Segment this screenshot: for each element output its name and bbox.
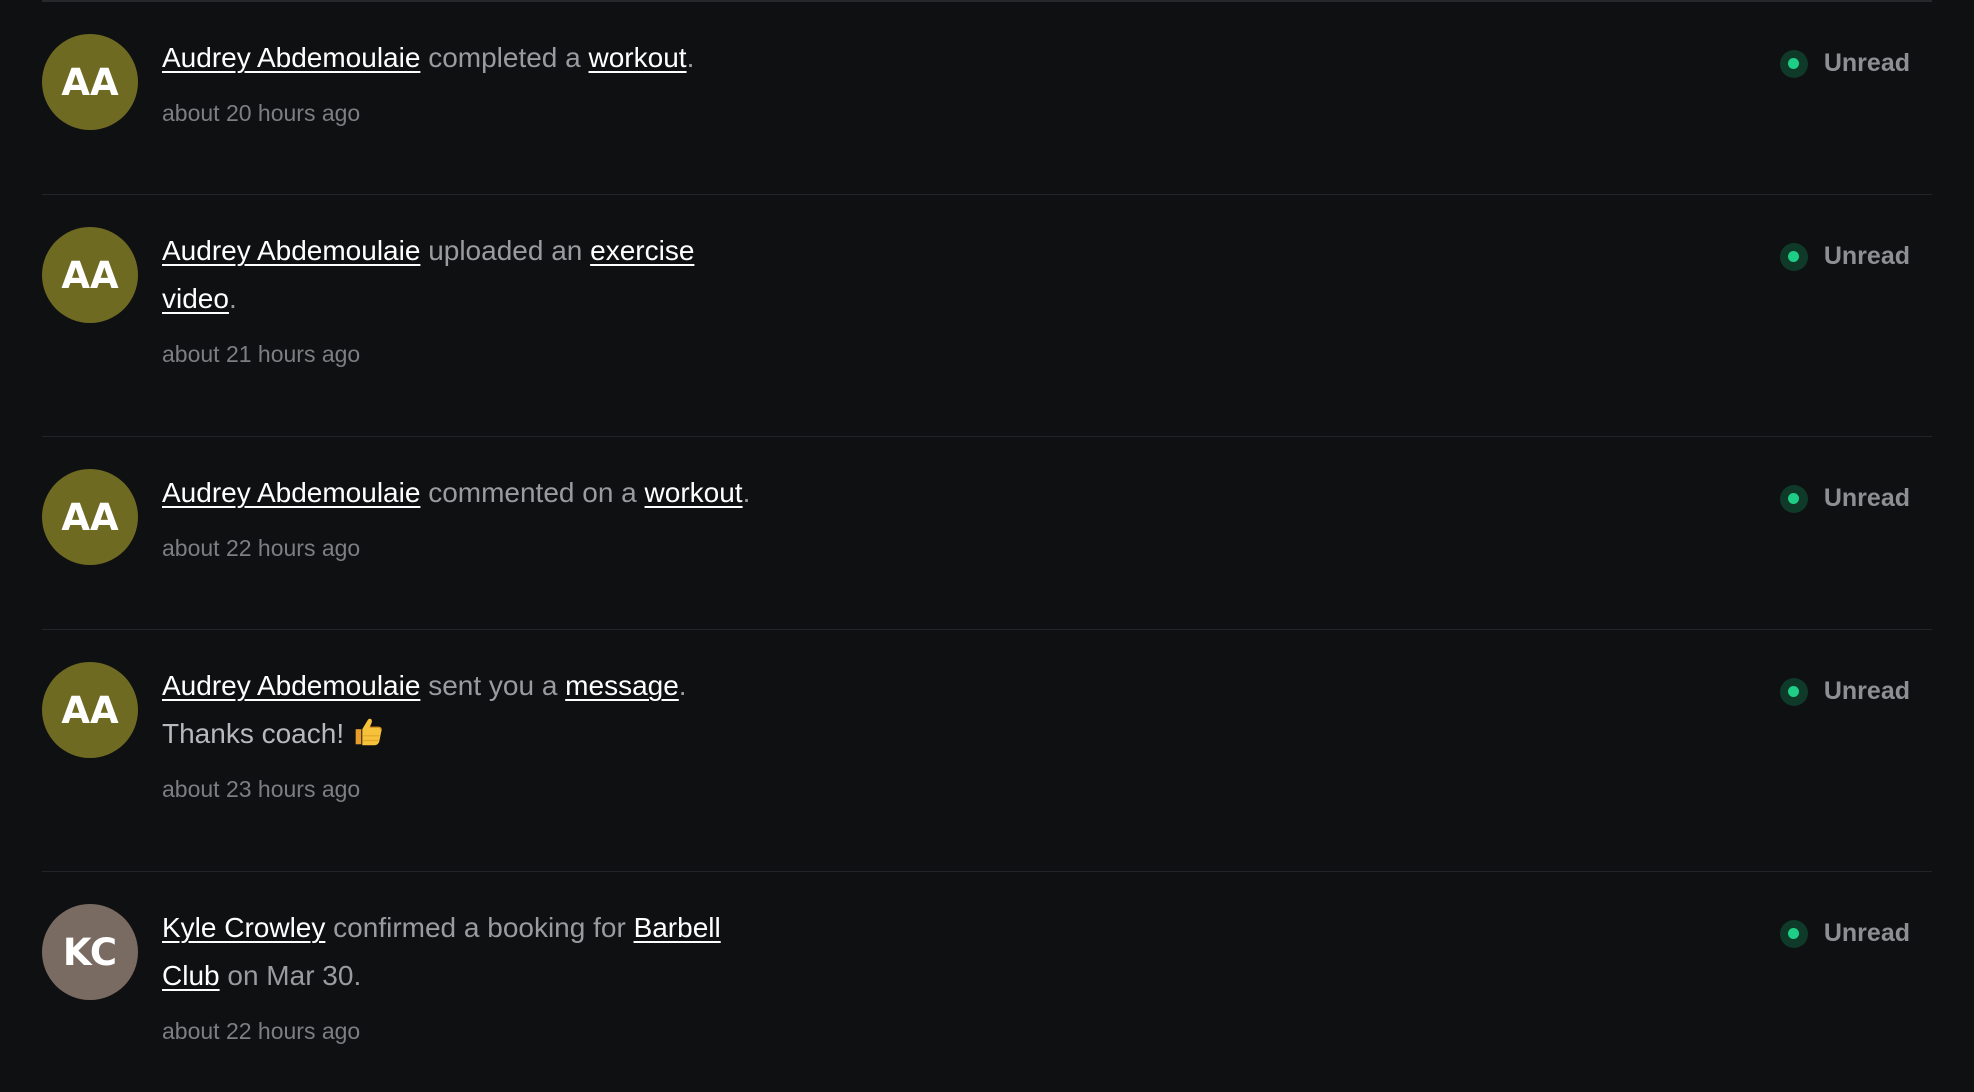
- notification-item[interactable]: AA Audrey Abdemoulaie commented on a wor…: [42, 437, 1932, 630]
- actor-link[interactable]: Kyle Crowley: [162, 912, 325, 943]
- message-preview-text: Thanks coach!: [162, 718, 345, 749]
- notification-tail: .: [228, 283, 237, 314]
- status-label: Unread: [1823, 242, 1910, 270]
- notification-timestamp: about 22 hours ago: [162, 535, 361, 561]
- object-link[interactable]: message: [565, 670, 679, 701]
- notification-content: Audrey Abdemoulaie commented on a workou…: [162, 469, 782, 563]
- read-status-toggle[interactable]: Unread: [1779, 49, 1910, 78]
- notification-content: Kyle Crowley confirmed a booking for Bar…: [162, 904, 782, 1046]
- notification-item[interactable]: KC Kyle Crowley confirmed a booking for …: [42, 872, 1932, 1092]
- actor-link[interactable]: Audrey Abdemoulaie: [162, 42, 420, 73]
- notification-message: Audrey Abdemoulaie completed a workout.: [162, 34, 782, 82]
- actor-link[interactable]: Audrey Abdemoulaie: [162, 477, 420, 508]
- status-label: Unread: [1823, 919, 1910, 947]
- notification-tail: .: [686, 42, 695, 73]
- notification-verb: completed a: [428, 42, 581, 73]
- notification-timestamp: about 20 hours ago: [162, 100, 361, 126]
- notification-verb: sent you a: [428, 670, 558, 701]
- notification-timestamp: about 23 hours ago: [162, 776, 361, 802]
- read-status-toggle[interactable]: Unread: [1779, 677, 1910, 706]
- notification-tail: .: [742, 477, 751, 508]
- notification-timestamp: about 22 hours ago: [162, 1018, 361, 1044]
- notification-message: Audrey Abdemoulaie commented on a workou…: [162, 469, 782, 517]
- notification-message: Audrey Abdemoulaie uploaded an exercise …: [162, 227, 762, 323]
- read-status-toggle[interactable]: Unread: [1779, 484, 1910, 513]
- avatar[interactable]: AA: [42, 469, 138, 565]
- unread-dot-icon: [1779, 242, 1808, 271]
- notification-item[interactable]: AA Audrey Abdemoulaie sent you a message…: [42, 630, 1932, 872]
- notification-verb: commented on a: [428, 477, 637, 508]
- message-preview: Thanks coach!: [162, 710, 782, 758]
- notification-message: Audrey Abdemoulaie sent you a message.: [162, 662, 782, 710]
- notification-item[interactable]: AA Audrey Abdemoulaie completed a workou…: [42, 2, 1932, 195]
- notification-content: Audrey Abdemoulaie uploaded an exercise …: [162, 227, 762, 369]
- notification-timestamp: about 21 hours ago: [162, 341, 361, 367]
- notification-item[interactable]: AA Audrey Abdemoulaie uploaded an exerci…: [42, 195, 1932, 437]
- object-link[interactable]: workout: [645, 477, 743, 508]
- unread-dot-icon: [1779, 677, 1808, 706]
- unread-dot-icon: [1779, 919, 1808, 948]
- actor-link[interactable]: Audrey Abdemoulaie: [162, 235, 420, 266]
- read-status-toggle[interactable]: Unread: [1779, 242, 1910, 271]
- unread-dot-icon: [1779, 484, 1808, 513]
- avatar[interactable]: KC: [42, 904, 138, 1000]
- status-label: Unread: [1823, 484, 1910, 512]
- notification-message: Kyle Crowley confirmed a booking for Bar…: [162, 904, 782, 1000]
- read-status-toggle[interactable]: Unread: [1779, 919, 1910, 948]
- notification-content: Audrey Abdemoulaie sent you a message. T…: [162, 662, 782, 804]
- notification-tail: .: [678, 670, 687, 701]
- status-label: Unread: [1823, 677, 1910, 705]
- actor-link[interactable]: Audrey Abdemoulaie: [162, 670, 420, 701]
- unread-dot-icon: [1779, 49, 1808, 78]
- notification-list: AA Audrey Abdemoulaie completed a workou…: [42, 2, 1932, 1092]
- notification-verb: uploaded an: [428, 235, 583, 266]
- status-label: Unread: [1823, 49, 1910, 77]
- avatar[interactable]: AA: [42, 34, 138, 130]
- object-link[interactable]: workout: [589, 42, 687, 73]
- avatar[interactable]: AA: [42, 662, 138, 758]
- notifications-page: AA Audrey Abdemoulaie completed a workou…: [0, 0, 1974, 1092]
- notification-verb: confirmed a booking for: [333, 912, 626, 943]
- avatar[interactable]: AA: [42, 227, 138, 323]
- notification-tail: on Mar 30.: [227, 960, 362, 991]
- thumbs-up-icon: [355, 718, 382, 746]
- notification-content: Audrey Abdemoulaie completed a workout. …: [162, 34, 782, 128]
